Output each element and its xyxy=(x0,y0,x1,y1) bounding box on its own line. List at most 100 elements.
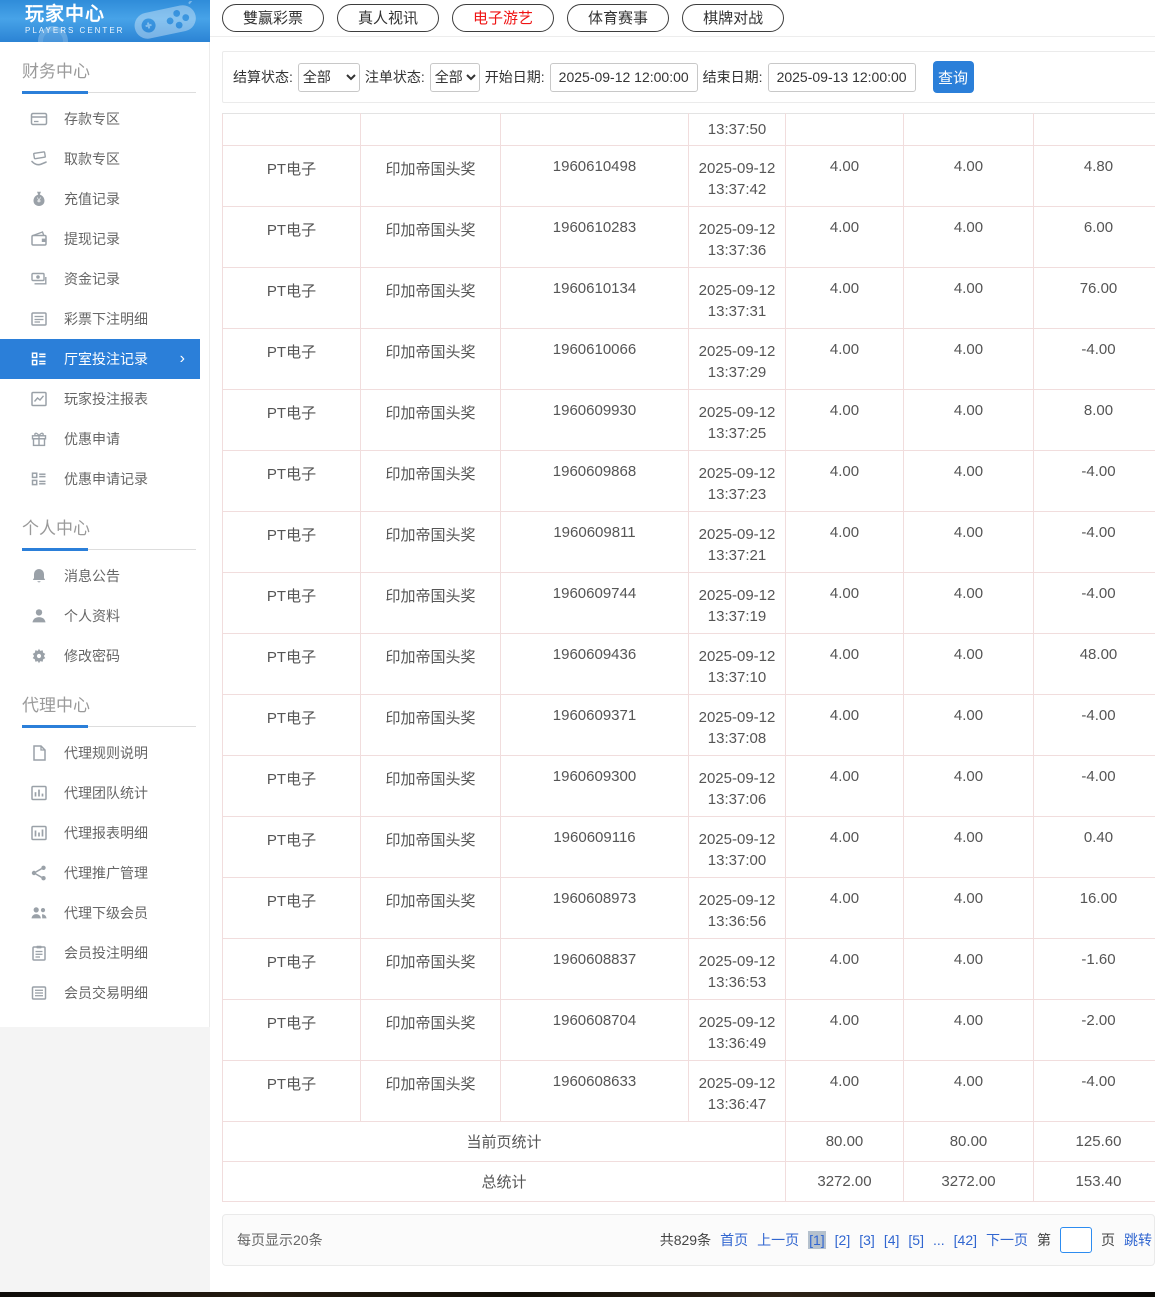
sidebar-item-team-stats[interactable]: 代理团队统计 xyxy=(0,773,209,813)
sidebar-item-wallet[interactable]: 提现记录 xyxy=(0,219,209,259)
cell-win-loss: 4.80 xyxy=(1033,145,1155,207)
table-row: PT电子 印加帝国头奖 1960609300 2025-09-12 13:37:06 4.… xyxy=(222,755,1155,817)
sidebar-item-label: 代理推广管理 xyxy=(64,865,148,881)
sidebar-item-promo-apply[interactable]: 优惠申请 xyxy=(0,419,209,459)
cell-game: 印加帝国头奖 xyxy=(360,206,501,268)
cell-bet-amount: 4.00 xyxy=(785,999,904,1061)
table-row-partial: 13:37:50 xyxy=(222,113,1155,146)
bet-time-value: 13:37:50 xyxy=(707,121,767,138)
page-link-1[interactable]: [1] xyxy=(808,1231,826,1249)
chevron-right-icon: › xyxy=(179,350,185,367)
bet-records-table-scroll[interactable]: 13:37:50 PT电子 印加帝国头奖 1960610498 2025-09-12 13… xyxy=(222,113,1155,1202)
start-date-input[interactable] xyxy=(549,62,698,92)
team-stats-icon xyxy=(30,784,48,802)
cell-win-loss: -4.00 xyxy=(1033,572,1155,634)
cell-valid-bet xyxy=(903,113,1034,146)
cell-bet-amount: 4.00 xyxy=(785,145,904,207)
sidebar-item-player-report[interactable]: 玩家投注报表 xyxy=(0,379,209,419)
sidebar-item-moneybag[interactable]: ¥ 充值记录 xyxy=(0,179,209,219)
sidebar-item-label: 个人资料 xyxy=(64,608,120,624)
cell-platform: PT电子 xyxy=(222,999,361,1061)
cell-order-no: 1960608704 xyxy=(500,999,689,1061)
jump-page-input[interactable] xyxy=(1060,1227,1092,1253)
sidebar-item-lottery-list[interactable]: 彩票下注明细 xyxy=(0,299,209,339)
cell-valid-bet: 4.00 xyxy=(903,877,1034,939)
page-link-5[interactable]: [5] xyxy=(908,1232,924,1248)
order-status-select[interactable]: 全部 xyxy=(429,62,480,92)
sidebar-item-label: 提现记录 xyxy=(64,231,120,247)
cell-bet-time: 2025-09-12 13:37:00 xyxy=(688,816,786,878)
sidebar-item-share[interactable]: 代理推广管理 xyxy=(0,853,209,893)
lottery-list-icon xyxy=(30,310,48,328)
search-button[interactable]: 查询 xyxy=(932,61,974,93)
page-link-4[interactable]: [4] xyxy=(884,1232,900,1248)
cell-platform: PT电子 xyxy=(222,938,361,1000)
sidebar: 玩家中心 PLAYERS CENTER 财务中心 存款专区 取款专区 ¥ 充值记录 提现记… xyxy=(0,0,210,1297)
cell-platform: PT电子 xyxy=(222,633,361,695)
page-link-3[interactable]: [3] xyxy=(859,1232,875,1248)
cell-bet-time: 2025-09-12 13:37:36 xyxy=(688,206,786,268)
cell-order-no: 1960610283 xyxy=(500,206,689,268)
page-link-prev[interactable]: 上一页 xyxy=(757,1230,799,1250)
cell-bet-time: 2025-09-12 13:37:25 xyxy=(688,389,786,451)
cell-bet-amount: 4.00 xyxy=(785,267,904,329)
sidebar-sections: 财务中心 存款专区 取款专区 ¥ 充值记录 提现记录 资金记录 彩票下注明细 厅室投注记录 › 玩家… xyxy=(0,42,209,1013)
cell-valid-bet: 3272.00 xyxy=(903,1161,1034,1202)
cell-platform xyxy=(222,113,361,146)
sidebar-item-label: 玩家投注报表 xyxy=(64,391,148,407)
cell-order-no: 1960610498 xyxy=(500,145,689,207)
end-date-input[interactable] xyxy=(767,62,916,92)
sidebar-item-promo-records[interactable]: 优惠申请记录 xyxy=(0,459,209,499)
bet-time-value: 13:36:49 xyxy=(707,1035,767,1052)
doc-icon xyxy=(30,744,48,762)
cell-bet-time: 2025-09-12 13:37:06 xyxy=(688,755,786,817)
table-row: PT电子 印加帝国头奖 1960610134 2025-09-12 13:37:31 4.… xyxy=(222,267,1155,329)
sidebar-item-bell[interactable]: 消息公告 xyxy=(0,556,209,596)
settle-status-select[interactable]: 全部 xyxy=(297,62,360,92)
sidebar-item-gear[interactable]: 修改密码 xyxy=(0,636,209,676)
cell-platform: PT电子 xyxy=(222,511,361,573)
sidebar-item-hall-records[interactable]: 厅室投注记录 › xyxy=(0,339,200,379)
page-link-next[interactable]: 下一页 xyxy=(986,1230,1028,1250)
sidebar-item-user[interactable]: 个人资料 xyxy=(0,596,209,636)
tab-lottery[interactable]: 雙赢彩票 xyxy=(222,4,325,32)
svg-text:¥: ¥ xyxy=(37,198,41,205)
sidebar-item-report-detail[interactable]: 代理报表明细 xyxy=(0,813,209,853)
cell-bet-amount xyxy=(785,113,904,146)
cell-valid-bet: 4.00 xyxy=(903,389,1034,451)
cell-game: 印加帝国头奖 xyxy=(360,145,501,207)
report-detail-icon xyxy=(30,824,48,842)
bet-time-value: 13:36:53 xyxy=(707,974,767,991)
withdraw-hand-icon xyxy=(30,150,48,168)
page-link-ellipsis: ... xyxy=(932,1232,945,1248)
bet-detail-icon xyxy=(30,944,48,962)
sidebar-item-funds[interactable]: 资金记录 xyxy=(0,259,209,299)
tab-board-games[interactable]: 棋牌对战 xyxy=(682,4,785,32)
table-row: PT电子 印加帝国头奖 1960609436 2025-09-12 13:37:10 4.… xyxy=(222,633,1155,695)
cell-win-loss: -2.00 xyxy=(1033,999,1155,1061)
summary-label: 当前页统计 xyxy=(222,1121,786,1162)
page-link-first[interactable]: 首页 xyxy=(720,1230,748,1250)
jump-go-link[interactable]: 跳转 xyxy=(1124,1230,1152,1250)
sidebar-item-label: 彩票下注明细 xyxy=(64,311,148,327)
cell-order-no: 1960609930 xyxy=(500,389,689,451)
cell-order-no: 1960609371 xyxy=(500,694,689,756)
bet-time-value: 13:37:08 xyxy=(707,730,767,747)
page-link-2[interactable]: [2] xyxy=(835,1232,851,1248)
cell-game: 印加帝国头奖 xyxy=(360,267,501,329)
sidebar-item-trade-detail[interactable]: 会员交易明细 xyxy=(0,973,209,1013)
tab-sports[interactable]: 体育赛事 xyxy=(567,4,670,32)
cell-platform: PT电子 xyxy=(222,267,361,329)
tab-electronic-games[interactable]: 电子游艺 xyxy=(452,4,555,32)
sidebar-item-doc[interactable]: 代理规则说明 xyxy=(0,733,209,773)
sidebar-item-bet-detail[interactable]: 会员投注明细 xyxy=(0,933,209,973)
sidebar-item-deposit-card[interactable]: 存款专区 xyxy=(0,99,209,139)
sidebar-item-withdraw-hand[interactable]: 取款专区 xyxy=(0,139,209,179)
cell-platform: PT电子 xyxy=(222,572,361,634)
cell-bet-amount: 80.00 xyxy=(785,1121,904,1162)
sidebar-item-members[interactable]: 代理下级会员 xyxy=(0,893,209,933)
tab-live-video[interactable]: 真人视讯 xyxy=(337,4,440,32)
page-link-42[interactable]: [42] xyxy=(954,1232,977,1248)
table-row: PT电子 印加帝国头奖 1960608633 2025-09-12 13:36:47 4.… xyxy=(222,1060,1155,1122)
cell-platform: PT电子 xyxy=(222,328,361,390)
